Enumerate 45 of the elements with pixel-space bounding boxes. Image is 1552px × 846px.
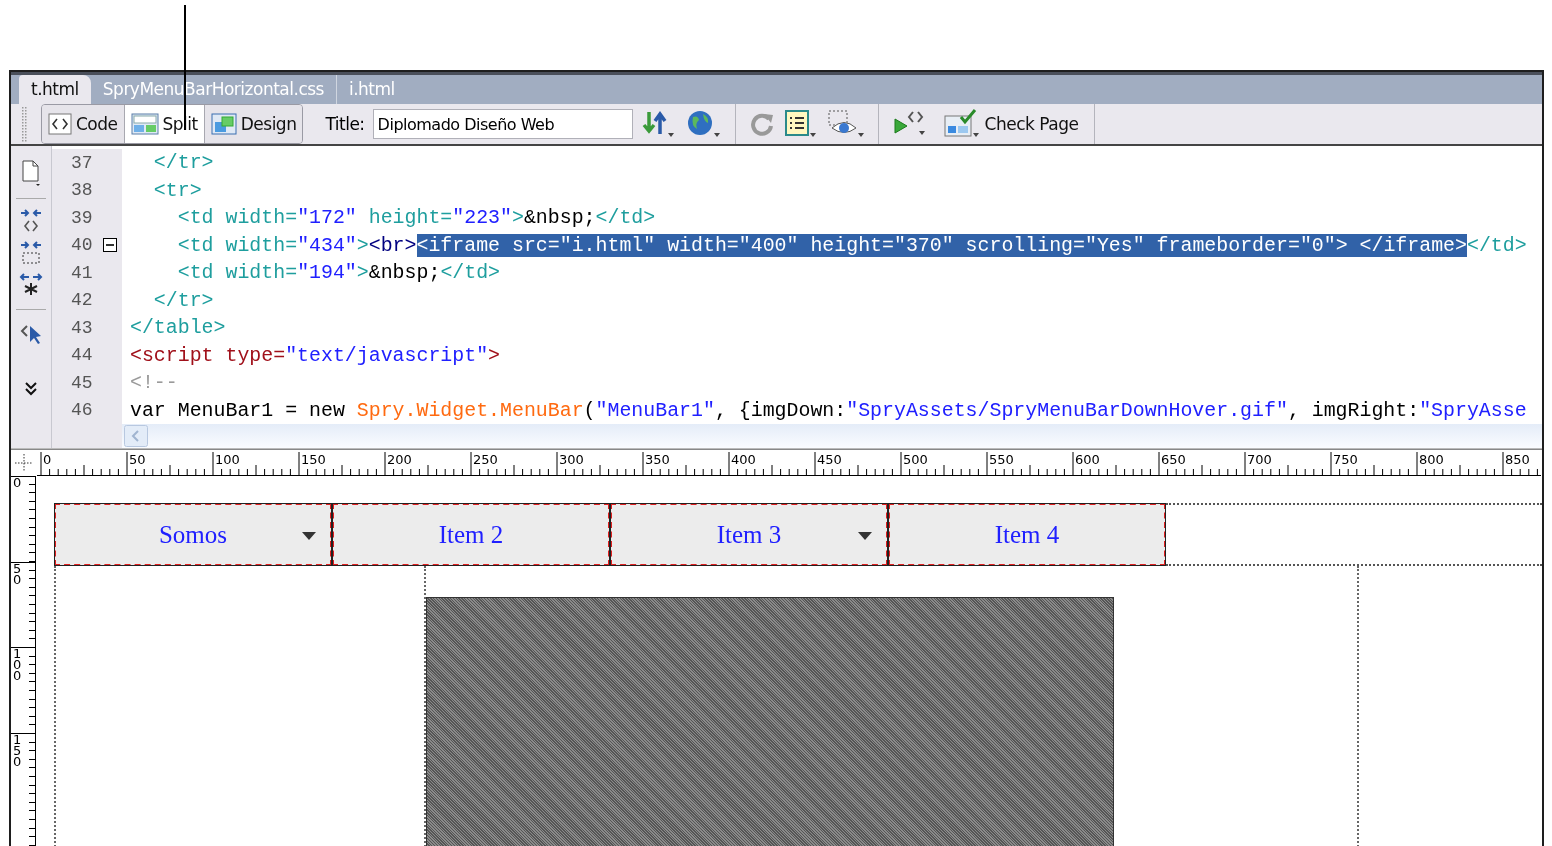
code-line: <td width="172" height="223">&nbsp;</td> [176, 205, 656, 231]
line-number: 46 [71, 400, 94, 421]
line-number: 45 [71, 372, 94, 393]
line-number: 42 [71, 290, 94, 311]
line-number: 41 [71, 262, 94, 283]
collapse-selection-icon[interactable] [19, 241, 43, 267]
menu-item[interactable]: Item 3 [610, 503, 888, 566]
checklist-icon [942, 109, 981, 139]
document-tab[interactable]: t.html [19, 75, 91, 104]
transfer-arrows-icon[interactable] [640, 110, 677, 138]
view-button[interactable]: Code [42, 105, 125, 143]
title-field[interactable]: Diplomado Diseño Web [372, 109, 633, 139]
vertical-ruler: 0 50 100 150 [11, 476, 36, 846]
design-view-icon [210, 113, 237, 135]
horizontal-scrollbar[interactable] [122, 424, 1542, 448]
code-line: </table> [129, 315, 226, 341]
code-line: </tr> [152, 287, 214, 314]
line-number: 44 [71, 345, 94, 366]
code-line: <td width="194">&nbsp;</td> [176, 260, 501, 286]
eye-icon[interactable] [825, 109, 866, 139]
code-icon [48, 113, 72, 135]
line-number: 37 [71, 152, 94, 173]
list-icon[interactable] [783, 109, 818, 139]
title-label: Title: [325, 114, 365, 134]
menu-item[interactable]: Somos [54, 503, 332, 566]
code-line: </tr> [152, 150, 214, 176]
double-chevron-icon[interactable] [23, 380, 39, 396]
line-number: 38 [71, 180, 94, 201]
gripper-icon [21, 106, 27, 142]
line-number: 40 [71, 235, 94, 256]
check-page-button[interactable]: Check Page [938, 105, 1083, 143]
split-view-icon [130, 113, 159, 135]
code-line: var MenuBar1 = new Spry.Widget.MenuBar("MenuBar1", {imgDown:"SpryAssets/SpryMenuBarDownHover.gif", imgRight:"SpryAsse [129, 397, 1527, 424]
code-line: <tr> [152, 177, 202, 204]
collapse-icon[interactable] [103, 238, 117, 253]
code-line: <!-- [129, 370, 178, 396]
horizontal-ruler: 0 50 100 150 200 250 300 350 400 450 500 550 600 650 700 750 800 850 [37, 450, 1541, 476]
document-icon[interactable] [19, 158, 43, 188]
code-line: <td width="434"><br><iframe src="i.html" width="400" height="370" scrolling="Yes" frameborder="0"> </iframe></td> [176, 232, 1527, 259]
line-number: 43 [71, 317, 94, 338]
line-number: 39 [71, 207, 94, 228]
view-button[interactable]: Design [204, 105, 303, 143]
code-line: <script type="text/javascript"> [129, 342, 501, 369]
menu-item[interactable]: Item 4 [888, 503, 1166, 566]
menu-item[interactable]: Item 2 [332, 503, 610, 566]
